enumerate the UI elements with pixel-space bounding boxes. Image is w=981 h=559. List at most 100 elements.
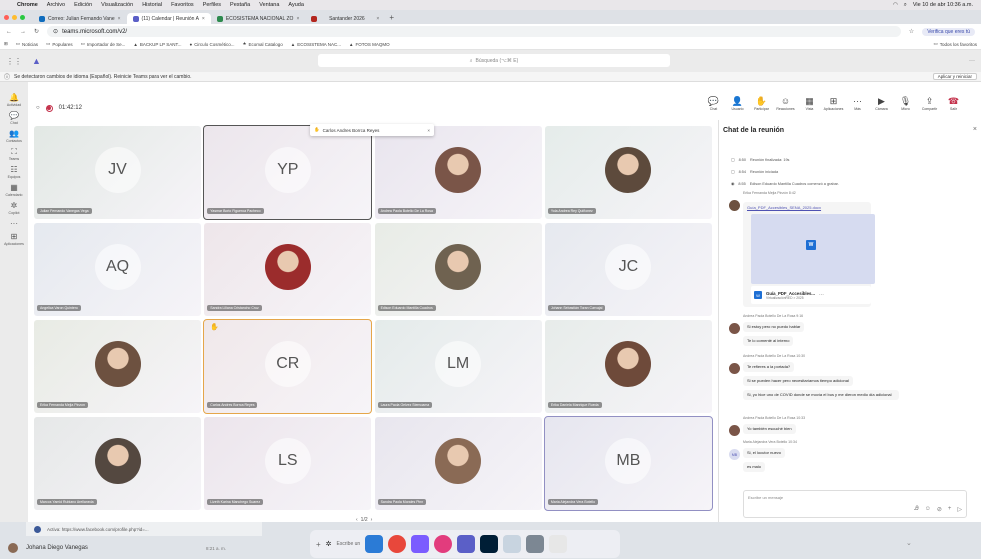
file-footer[interactable]: W Guía_PDF_Accesibles... VirtualizaciónR… xyxy=(751,286,871,304)
participant-tile[interactable]: Erika Fernanda Mejia Pinzon xyxy=(34,320,201,413)
site-info-icon[interactable]: ⊙ xyxy=(53,28,58,35)
chat-message[interactable]: Si estoy pero no puedo hablar xyxy=(743,322,805,332)
menu-item[interactable]: Edición xyxy=(74,2,92,8)
teams-icon[interactable] xyxy=(457,535,476,553)
menu-item[interactable]: Visualización xyxy=(101,2,133,8)
forward-icon[interactable]: → xyxy=(20,29,26,35)
menu-item[interactable]: Pestaña xyxy=(230,2,250,8)
new-tab-button[interactable]: + xyxy=(389,13,394,22)
reload-icon[interactable]: ↻ xyxy=(34,28,39,35)
control-share[interactable]: ⇪ Compartir xyxy=(921,97,938,112)
close-chat-icon[interactable]: × xyxy=(973,126,977,133)
apps-grid-icon[interactable]: ⊞ xyxy=(4,41,8,47)
control-people[interactable]: 👤 Usuario xyxy=(729,97,746,112)
participant-tile[interactable]: Sandra Liliana Cristancho Cruz xyxy=(204,223,372,316)
menu-item[interactable]: Perfiles xyxy=(203,2,221,8)
control-camera[interactable]: ▶ Cámara xyxy=(873,97,890,112)
message-compose-box[interactable]: Escribe un mensaje Ꭿ ☺ ⊘ + ▷ xyxy=(743,490,967,518)
participant-tile[interactable]: JV Julian Fernando Vanegas Vega xyxy=(34,126,201,219)
participant-tile[interactable]: Erika Daniela Manrique Rueda xyxy=(544,320,712,413)
rail-item-teams[interactable]: ⛶ Teams xyxy=(9,148,19,162)
browser-tab[interactable]: Santander 2026 × xyxy=(305,13,385,24)
scroll-down-icon[interactable]: ⌄ xyxy=(906,539,912,547)
participant-tile[interactable]: LM Laura Paola Gelvez Stemoama xyxy=(374,320,542,413)
rail-item-equipos[interactable]: ☷ Equipos xyxy=(8,166,21,180)
chat-message[interactable]: Te lo comenté al interno xyxy=(743,336,794,346)
app-icon[interactable] xyxy=(434,535,453,553)
close-window-button[interactable] xyxy=(4,14,9,20)
control-more[interactable]: ··· Más xyxy=(849,97,866,112)
file-attachment-card[interactable]: Guía_PDF_Accesibles_SENA_2025.docx W W G… xyxy=(743,202,875,307)
participant-tile[interactable]: Sandra Paola Morales Pinn xyxy=(374,417,542,510)
bookmark[interactable]: ▭ Importador de Se... xyxy=(81,41,126,47)
chat-message[interactable]: Si, el locutor nuevo xyxy=(743,448,786,458)
file-link[interactable]: Guía_PDF_Accesibles_SENA_2025.docx xyxy=(747,205,821,210)
chat-message[interactable]: Si, yo hice uno de COVID donde se movía … xyxy=(743,390,899,400)
bookmark[interactable]: ▲ FOTOS MAQMO xyxy=(349,42,390,47)
trash-icon[interactable] xyxy=(549,535,568,553)
participant-tile[interactable]: MB Maria Alejandra Vera Botello xyxy=(543,416,713,511)
more-options-icon[interactable]: ··· xyxy=(969,58,975,64)
close-tab-icon[interactable]: × xyxy=(202,16,205,22)
participant-tile[interactable]: LS Lizeth Karina Manchego Suarez xyxy=(204,417,372,510)
menu-item[interactable]: Ayuda xyxy=(288,2,304,8)
participant-tile[interactable]: CR ✋ Carlos Andres Borrca Reyes xyxy=(203,319,373,414)
wifi-icon[interactable]: ◠ xyxy=(893,2,898,8)
participant-tile[interactable]: Marcos Yamid Rubiano Arellaneda xyxy=(34,417,201,510)
bookmark[interactable]: ▲ ECOSISTEMA NAC... xyxy=(291,42,341,47)
rail-item-contacts[interactable]: 👥 Contactos xyxy=(6,130,22,144)
apply-restart-button[interactable]: Aplicar y reiniciar xyxy=(932,73,977,80)
contact-row[interactable]: Johana Diego Vanegas 8:21 a. m. xyxy=(8,538,308,558)
bookmark[interactable]: ▲ BACKUP LP SANT... xyxy=(133,42,181,47)
chat-message[interactable]: Si se pueden hacer pero necesitaríamos t… xyxy=(743,376,853,386)
all-bookmarks[interactable]: ▭ Todos los favoritos xyxy=(933,41,977,47)
control-mic[interactable]: 🎙 Micro xyxy=(897,97,914,112)
control-leave[interactable]: ☎ Salir xyxy=(945,97,962,112)
rail-item-chat[interactable]: 💬 Chat xyxy=(9,112,19,126)
more-options-icon[interactable]: ··· xyxy=(819,292,824,298)
zoom-window-button[interactable] xyxy=(20,14,25,20)
participant-tile[interactable]: Andrea Paola Botello De La Rosa xyxy=(374,126,542,219)
emoji-icon[interactable]: ☺ xyxy=(925,506,931,513)
control-view[interactable]: ▦ Vista xyxy=(801,97,818,112)
bookmark-star-icon[interactable]: ☆ xyxy=(909,28,914,35)
participant-tile[interactable]: Yola Andrea Rey Quiñonez xyxy=(544,126,712,219)
search-input[interactable]: ⌕ Búsqueda (⌥⌘ E) xyxy=(318,54,670,67)
attach-icon[interactable]: ⊘ xyxy=(937,506,942,513)
participant-tile[interactable]: AQ Angelica Varon Quintero xyxy=(34,223,201,316)
bookmark[interactable]: ▭ Noticias xyxy=(16,41,38,47)
participant-tile[interactable]: YP Yasmar Borio Figueroa Pacheco xyxy=(203,125,373,220)
send-icon[interactable]: ▷ xyxy=(957,506,962,513)
chat-message[interactable]: es malo xyxy=(743,462,766,472)
bookmark[interactable]: ● Circulo Cosmético... xyxy=(189,42,234,47)
search-icon[interactable]: ⌕ xyxy=(904,2,907,9)
app-icon[interactable] xyxy=(411,535,430,553)
close-tab-icon[interactable]: × xyxy=(376,16,379,22)
browser-tab[interactable]: Correo: Julian Fernando Vane × xyxy=(33,13,127,24)
minimize-window-button[interactable] xyxy=(12,14,17,20)
participant-tile[interactable]: JC Johann Sebastián Toran Carvajal xyxy=(544,223,712,316)
verify-button[interactable]: Verifica que eres tú xyxy=(922,27,975,36)
chat-message[interactable]: Yo también escuché bien xyxy=(743,424,796,434)
url-field[interactable]: ⊙ teams.microsoft.com/v2/ xyxy=(47,26,901,37)
add-icon[interactable]: + xyxy=(948,506,952,513)
write-prompt[interactable]: Escribe un xyxy=(337,541,361,547)
browser-tab[interactable]: ECOSISTEMA NACIONAL ZO × xyxy=(211,13,306,24)
add-icon[interactable]: + xyxy=(316,540,321,549)
back-icon[interactable]: ← xyxy=(6,29,12,35)
rail-item-apps[interactable]: ⊞ Aplicaciones xyxy=(4,233,24,247)
rail-item-more[interactable]: ··· xyxy=(10,220,18,228)
rail-item-activity[interactable]: 🔔 Actividad xyxy=(7,94,21,108)
bookmark[interactable]: ▭ Populares xyxy=(46,41,73,47)
menu-item[interactable]: Favoritos xyxy=(171,2,194,8)
close-icon[interactable]: × xyxy=(427,128,430,133)
control-react[interactable]: ☺ Reacciones xyxy=(776,97,794,112)
photoshop-icon[interactable] xyxy=(480,535,499,553)
bookmark[interactable]: ★ Ecomal Catalogo xyxy=(242,41,282,47)
clock[interactable]: Vie 10 de abr 10:36 a.m. xyxy=(913,2,973,8)
copilot-icon[interactable]: ✲ xyxy=(326,540,332,548)
app-icon[interactable] xyxy=(503,535,522,553)
menu-item[interactable]: Historial xyxy=(142,2,162,8)
finder-icon[interactable] xyxy=(365,535,384,553)
format-icon[interactable]: Ꭿ xyxy=(914,506,918,513)
